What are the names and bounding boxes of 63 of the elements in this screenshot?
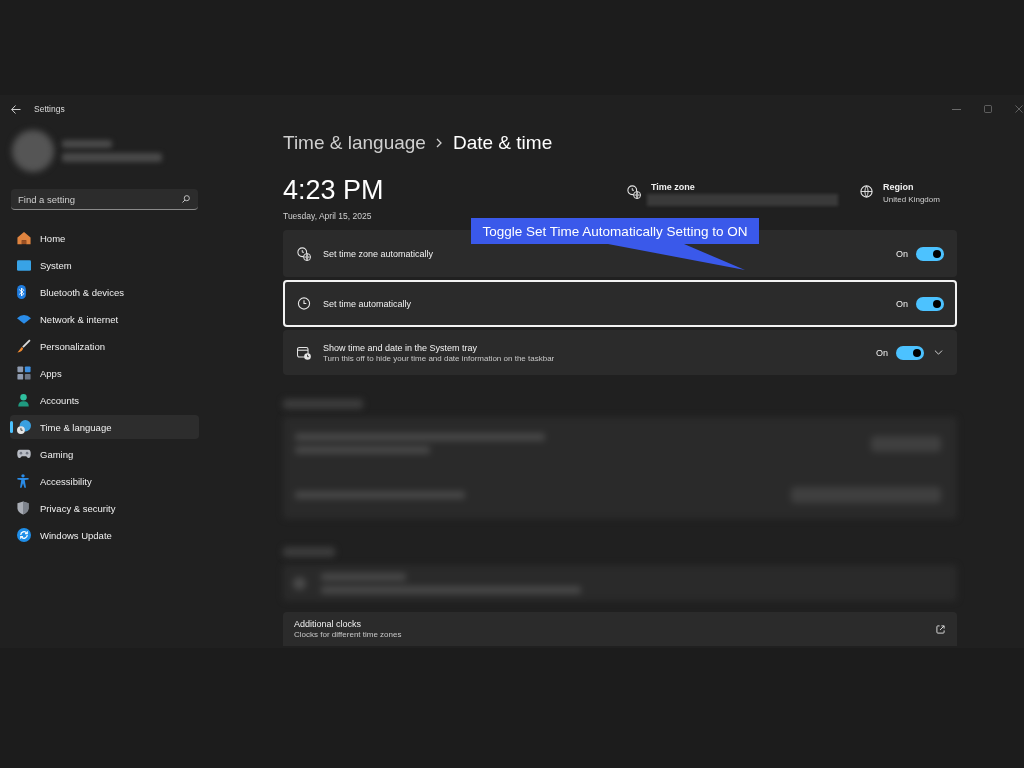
- gamepad-icon: [17, 449, 31, 459]
- shield-icon: [17, 501, 29, 515]
- nav-item[interactable]: Apps: [10, 361, 199, 385]
- setting-label: Additional clocks: [294, 618, 362, 630]
- back-arrow-icon[interactable]: [11, 104, 21, 114]
- nav-item[interactable]: Gaming: [10, 442, 199, 466]
- setting-label: Show time and date in the System tray: [323, 341, 478, 354]
- accessibility-figure-icon: [17, 474, 29, 488]
- nav-item[interactable]: Time & language: [10, 415, 199, 439]
- nav-item[interactable]: Home: [10, 226, 199, 250]
- refresh-icon: [17, 528, 31, 542]
- bluetooth-icon: [17, 285, 26, 299]
- nav-item[interactable]: System: [10, 253, 199, 277]
- region-label: Region: [883, 182, 914, 193]
- setting-label: Set time zone automatically: [323, 247, 434, 260]
- globe-clock-icon: [17, 420, 31, 434]
- chevron-right-icon: [435, 138, 442, 148]
- blurred-icon: [293, 576, 306, 590]
- search-icon[interactable]: [182, 195, 190, 203]
- wifi-icon: [17, 314, 31, 324]
- breadcrumb-link[interactable]: Time & language: [283, 132, 426, 154]
- clock-icon: [297, 297, 311, 310]
- paintbrush-icon: [17, 339, 31, 353]
- chevron-down-icon[interactable]: [934, 350, 943, 355]
- nav-item[interactable]: Accessibility: [10, 469, 199, 493]
- clock-globe-icon: [627, 185, 641, 199]
- apps-grid-icon: [17, 366, 31, 380]
- minimize-icon[interactable]: [952, 108, 961, 110]
- clock-globe-icon: [297, 246, 311, 261]
- blurred-text: [62, 139, 112, 148]
- nav-item[interactable]: Windows Update: [10, 523, 199, 547]
- person-icon: [17, 393, 30, 407]
- search-field[interactable]: Find a setting: [11, 189, 198, 210]
- external-link-icon[interactable]: [936, 624, 945, 634]
- toggle-switch[interactable]: [916, 246, 944, 261]
- house-icon: [17, 231, 31, 245]
- nav-item[interactable]: Bluetooth & devices: [10, 280, 199, 304]
- setting-label: Set time automatically: [323, 297, 412, 310]
- toggle-state-label: On: [876, 347, 888, 358]
- setting-description: Clocks for different time zones: [294, 630, 402, 640]
- toggle-switch[interactable]: [916, 296, 944, 311]
- toggle-switch[interactable]: [896, 345, 924, 360]
- window-title: Settings: [34, 104, 65, 114]
- blurred-heading: [283, 547, 335, 557]
- monitor-icon: [17, 259, 31, 271]
- setting-description: Turn this off to hide your time and date information on the taskbar: [323, 353, 555, 364]
- toggle-state-label: On: [896, 248, 908, 259]
- nav-item[interactable]: Privacy & security: [10, 496, 199, 520]
- globe-icon: [860, 185, 873, 198]
- maximize-icon[interactable]: [984, 105, 992, 113]
- current-date: Tuesday, April 15, 2025: [283, 210, 372, 222]
- nav-item[interactable]: Network & internet: [10, 307, 199, 331]
- current-time: 4:23 PM: [283, 174, 384, 206]
- nav-item[interactable]: Accounts: [10, 388, 199, 412]
- close-icon[interactable]: [1015, 105, 1023, 113]
- time-zone-label: Time zone: [651, 182, 695, 193]
- blurred-avatar: [12, 129, 54, 172]
- calendar-clock-icon: [297, 345, 311, 360]
- page-title: Date & time: [452, 132, 553, 154]
- region-value: United Kingdom: [883, 195, 940, 205]
- additional-clocks-card[interactable]: Additional clocks Clocks for different time zones: [283, 612, 957, 646]
- nav-item[interactable]: Personalization: [10, 334, 199, 358]
- toggle-state-label: On: [896, 298, 908, 309]
